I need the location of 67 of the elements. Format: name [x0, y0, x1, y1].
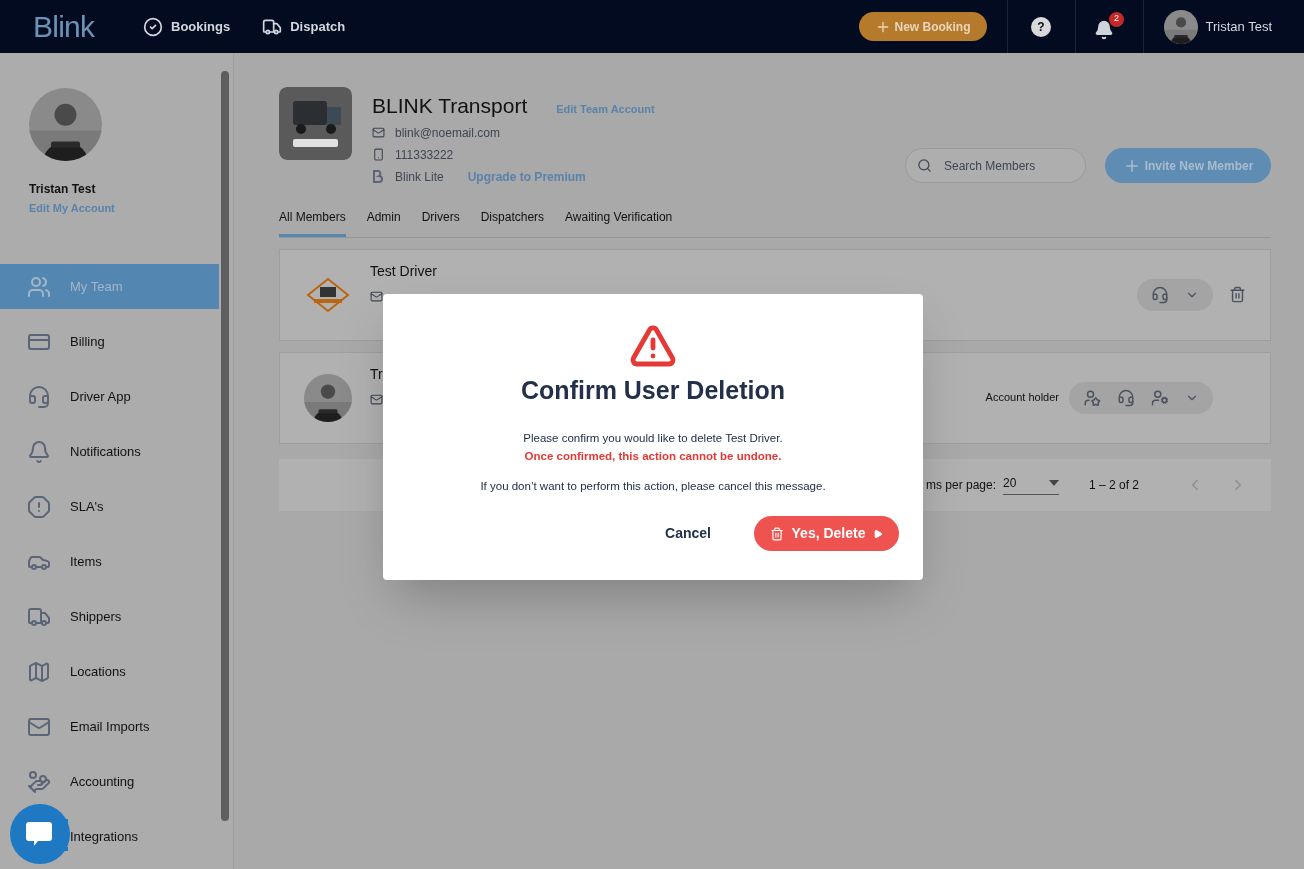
- mail-icon: [372, 126, 385, 139]
- mail-icon: [370, 392, 383, 406]
- sidebar-item[interactable]: Integrations: [0, 814, 219, 859]
- scrollbar[interactable]: [221, 71, 229, 821]
- chat-icon: [25, 820, 55, 848]
- sidebar-item[interactable]: Notifications: [0, 429, 219, 474]
- sidebar-item[interactable]: Billing: [0, 319, 219, 364]
- per-page-select[interactable]: 20: [1003, 474, 1059, 495]
- sidebar-item[interactable]: Items: [0, 539, 219, 584]
- bell-icon: [1094, 19, 1115, 40]
- team-name: BLINK Transport: [372, 93, 528, 119]
- plan-icon: [372, 170, 385, 183]
- tab[interactable]: All Members: [279, 207, 346, 237]
- dialog-warning: Once confirmed, this action cannot be undone.: [524, 448, 782, 464]
- play-icon: [873, 528, 884, 539]
- team-email: blink@noemail.com: [395, 124, 500, 142]
- user-star-icon: [1083, 388, 1101, 407]
- roles-dropdown[interactable]: [1137, 278, 1213, 311]
- notifications-button[interactable]: 2: [1094, 11, 1125, 42]
- sidebar-item[interactable]: Accounting: [0, 759, 219, 804]
- chat-button[interactable]: [10, 804, 70, 864]
- mail-icon: [370, 289, 383, 303]
- tab[interactable]: Drivers: [421, 207, 460, 237]
- member-name: Tr: [370, 366, 383, 381]
- caret-icon: [1049, 480, 1059, 486]
- users-icon: [27, 274, 51, 299]
- search-icon: [917, 158, 932, 173]
- search-field[interactable]: Search Members: [905, 148, 1086, 183]
- user-name[interactable]: Tristan Test: [1205, 16, 1272, 37]
- alert-icon: [27, 494, 51, 519]
- trash-icon: [769, 526, 784, 541]
- cancel-button[interactable]: Cancel: [652, 516, 724, 551]
- tab[interactable]: Awaiting Verification: [565, 207, 673, 237]
- sidebar-item[interactable]: Email Imports: [0, 704, 219, 749]
- page-range: 1 – 2 of 2: [1089, 476, 1141, 494]
- user-gear-icon: [1151, 388, 1169, 407]
- sidebar-item[interactable]: SLA's: [0, 484, 219, 529]
- per-page-label: ms per page:: [925, 476, 996, 494]
- dialog-message: Please confirm you would like to delete Test Driver.: [523, 430, 783, 446]
- tab[interactable]: Dispatchers: [480, 207, 545, 237]
- map-icon: [27, 659, 51, 684]
- sidebar-item[interactable]: Locations: [0, 649, 219, 694]
- team-phone: 111333222: [395, 146, 454, 164]
- sidebar-item[interactable]: Driver App: [0, 374, 219, 419]
- bell-icon: [27, 439, 51, 464]
- dialog-title: Confirm User Deletion: [521, 375, 785, 406]
- headset-icon: [1151, 285, 1169, 304]
- roles-dropdown[interactable]: [1069, 381, 1213, 414]
- tab[interactable]: Admin: [366, 207, 401, 237]
- member-name: Test Driver: [370, 263, 437, 278]
- profile-name: Tristan Test: [29, 181, 97, 198]
- sidebar-item[interactable]: Shippers: [0, 594, 219, 639]
- nav-link[interactable]: Bookings: [143, 16, 231, 37]
- member-role: Account holder: [985, 390, 1059, 406]
- hand-coins-icon: [27, 769, 51, 794]
- phone-icon: [372, 148, 385, 161]
- dialog-note: If you don’t want to perform this action, please cancel this message.: [480, 479, 826, 494]
- plan-name: Blink Lite: [395, 168, 444, 186]
- nav-link[interactable]: Dispatch: [262, 16, 346, 37]
- help-button[interactable]: ?: [1031, 16, 1052, 37]
- delete-icon[interactable]: [1229, 286, 1246, 303]
- logo[interactable]: Blink: [33, 4, 143, 49]
- headset-icon: [27, 384, 51, 409]
- member-logo: [304, 276, 352, 313]
- notification-badge: 2: [1109, 11, 1125, 27]
- headset-icon: [1117, 388, 1135, 407]
- check-circle-icon: [143, 16, 163, 37]
